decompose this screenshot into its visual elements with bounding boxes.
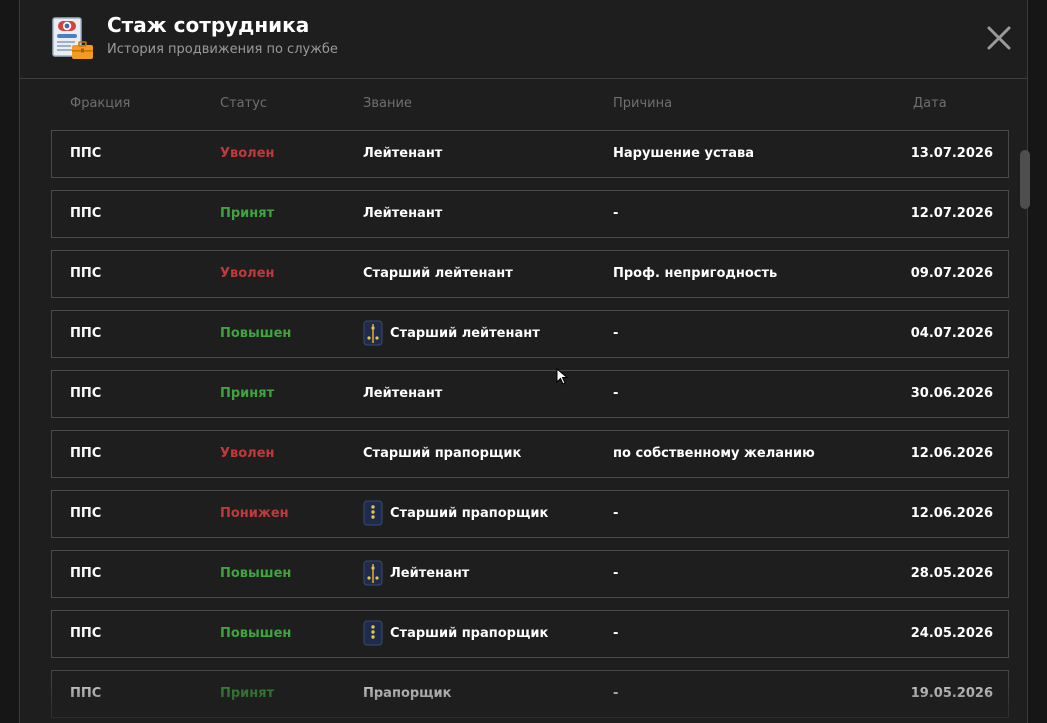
reason-cell: - xyxy=(613,566,619,581)
reason-cell: - xyxy=(613,386,619,401)
date-cell: 04.07.2026 xyxy=(910,326,993,341)
table-row[interactable]: ППС Понижен Старший прапорщик - 12.06.2026 xyxy=(51,490,1009,538)
status-cell: Принят xyxy=(220,686,275,701)
history-list[interactable]: ППС Уволен Лейтенант Нарушение устава 13.07.… xyxy=(51,130,1009,723)
date-cell: 24.05.2026 xyxy=(910,626,993,641)
status-cell: Уволен xyxy=(220,266,275,281)
status-cell: Повышен xyxy=(220,326,292,341)
rank-label: Лейтенант xyxy=(363,386,443,401)
reason-cell: Нарушение устава xyxy=(613,146,754,161)
status-cell: Повышен xyxy=(220,626,292,641)
warrant-shoulder-strap-icon xyxy=(363,500,383,526)
rank-cell: Прапорщик xyxy=(363,671,451,717)
column-header-date: Дата xyxy=(913,96,947,111)
status-cell: Уволен xyxy=(220,446,275,461)
rank-label: Лейтенант xyxy=(390,566,470,581)
rank-cell: Лейтенант xyxy=(363,371,442,417)
reason-cell: - xyxy=(613,206,619,221)
personnel-file-icon xyxy=(50,16,96,62)
reason-cell: - xyxy=(613,626,619,641)
rank-label: Старший прапорщик xyxy=(363,446,522,461)
faction-cell: ППС xyxy=(70,686,102,701)
column-header-faction: Фракция xyxy=(70,96,131,111)
rank-cell: Старший лейтенант xyxy=(363,311,540,357)
date-cell: 30.06.2026 xyxy=(910,386,993,401)
modal-subtitle: История продвижения по службе xyxy=(107,42,338,57)
faction-cell: ППС xyxy=(70,506,102,521)
table-row[interactable]: ППС Повышен Старший прапорщик - 24.05.2026 xyxy=(51,610,1009,658)
modal-header: Стаж сотрудника История продвижения по с… xyxy=(20,0,1027,79)
rank-cell: Лейтенант xyxy=(363,551,469,597)
modal-title: Стаж сотрудника xyxy=(107,13,310,37)
column-header-rank: Звание xyxy=(363,96,412,111)
date-cell: 28.05.2026 xyxy=(910,566,993,581)
warrant-shoulder-strap-icon xyxy=(363,620,383,646)
reason-cell: - xyxy=(613,506,619,521)
rank-label: Лейтенант xyxy=(363,206,443,221)
date-cell: 12.06.2026 xyxy=(910,506,993,521)
background: Стаж сотрудника История продвижения по с… xyxy=(0,0,1047,723)
table-row[interactable]: ППС Принят Лейтенант - 12.07.2026 xyxy=(51,190,1009,238)
table-row[interactable]: ППС Уволен Старший лейтенант Проф. непригод… xyxy=(51,250,1009,298)
status-cell: Принят xyxy=(220,386,275,401)
faction-cell: ППС xyxy=(70,266,102,281)
service-history-modal: Стаж сотрудника История продвижения по с… xyxy=(19,0,1030,723)
mouse-cursor-icon xyxy=(556,367,569,386)
rank-cell: Старший лейтенант xyxy=(363,251,513,297)
table-row[interactable]: ППС Принят Лейтенант - 30.06.2026 xyxy=(51,370,1009,418)
faction-cell: ППС xyxy=(70,326,102,341)
faction-cell: ППС xyxy=(70,206,102,221)
faction-cell: ППС xyxy=(70,626,102,641)
status-cell: Принят xyxy=(220,206,275,221)
status-cell: Понижен xyxy=(220,506,289,521)
date-cell: 09.07.2026 xyxy=(910,266,993,281)
scrollbar-thumb[interactable] xyxy=(1020,150,1030,209)
officer-shoulder-strap-icon xyxy=(363,320,383,346)
date-cell: 13.07.2026 xyxy=(910,146,993,161)
table-row[interactable]: ППС Повышен Старший лейтенант - 04.07.2026 xyxy=(51,310,1009,358)
rank-label: Старший прапорщик xyxy=(390,626,549,641)
table-row[interactable]: ППС Уволен Лейтенант Нарушение устава 13.07.… xyxy=(51,130,1009,178)
date-cell: 19.05.2026 xyxy=(910,686,993,701)
close-icon[interactable] xyxy=(985,24,1013,52)
rank-cell: Старший прапорщик xyxy=(363,431,521,477)
faction-cell: ППС xyxy=(70,566,102,581)
date-cell: 12.06.2026 xyxy=(910,446,993,461)
rank-cell: Старший прапорщик xyxy=(363,611,548,657)
table-row[interactable]: ППС Принят Прапорщик - 19.05.2026 xyxy=(51,670,1009,718)
column-header-reason: Причина xyxy=(613,96,673,111)
table-row[interactable]: ППС Повышен Лейтенант - 28.05.2026 xyxy=(51,550,1009,598)
status-cell: Уволен xyxy=(220,146,275,161)
rank-cell: Лейтенант xyxy=(363,131,442,177)
rank-cell: Старший прапорщик xyxy=(363,491,548,537)
faction-cell: ППС xyxy=(70,386,102,401)
rank-label: Старший лейтенант xyxy=(363,266,513,281)
status-cell: Повышен xyxy=(220,566,292,581)
table-row[interactable]: ППС Уволен Старший прапорщик по собственном… xyxy=(51,430,1009,478)
reason-cell: - xyxy=(613,326,619,341)
reason-cell: - xyxy=(613,686,619,701)
rank-label: Прапорщик xyxy=(363,686,452,701)
reason-cell: Проф. непригодность xyxy=(613,266,778,281)
rank-label: Лейтенант xyxy=(363,146,443,161)
date-cell: 12.07.2026 xyxy=(910,206,993,221)
reason-cell: по собственному желанию xyxy=(613,446,815,461)
officer-shoulder-strap-icon xyxy=(363,560,383,586)
rank-label: Старший лейтенант xyxy=(390,326,540,341)
rank-cell: Лейтенант xyxy=(363,191,442,237)
faction-cell: ППС xyxy=(70,446,102,461)
faction-cell: ППС xyxy=(70,146,102,161)
rank-label: Старший прапорщик xyxy=(390,506,549,521)
column-header-status: Статус xyxy=(220,96,268,111)
